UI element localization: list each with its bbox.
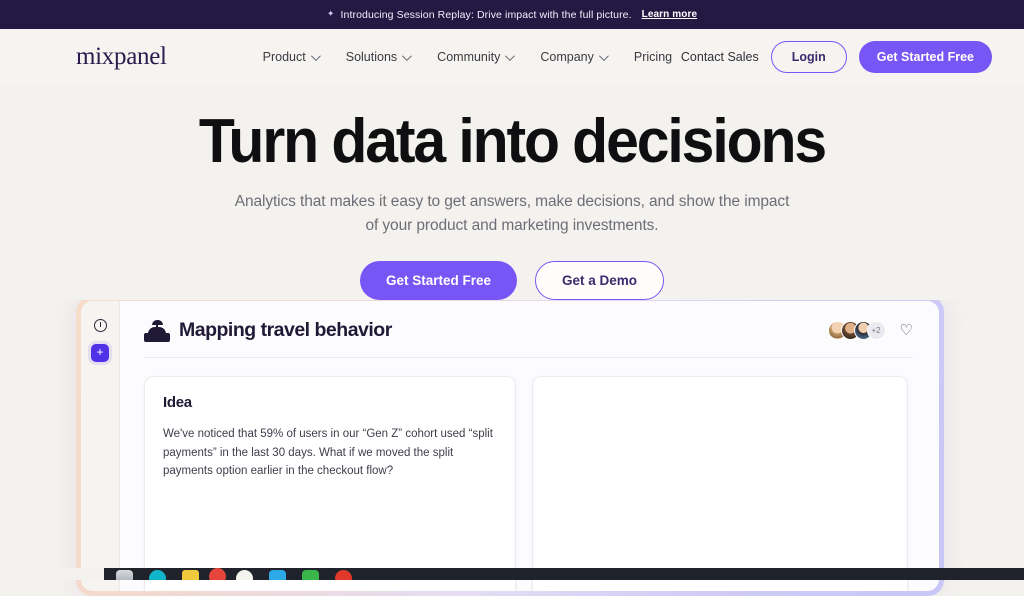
app-window: + Mapping travel behavior +2 ♡ <box>81 301 939 591</box>
contact-sales-link[interactable]: Contact Sales <box>681 50 759 64</box>
nav-label-company: Company <box>540 50 594 64</box>
heart-icon[interactable]: ♡ <box>900 323 913 338</box>
board-card-empty[interactable] <box>532 376 908 591</box>
nav-item-company[interactable]: Company <box>540 50 606 64</box>
nav-label-solutions: Solutions <box>346 50 397 64</box>
page-title: Turn data into decisions <box>26 109 999 174</box>
chevron-down-icon <box>402 51 412 61</box>
card-body: We've noticed that 59% of users in our “… <box>163 425 497 481</box>
nav-label-pricing: Pricing <box>634 50 672 64</box>
header-actions: Contact Sales Login Get Started Free <box>681 41 992 73</box>
hero-subheadline: Analytics that makes it easy to get answ… <box>0 190 1024 237</box>
board-canvas: Mapping travel behavior +2 ♡ Idea We've … <box>120 301 939 591</box>
login-button[interactable]: Login <box>771 41 847 73</box>
taskbar-icon-browser[interactable] <box>149 570 166 580</box>
nav-label-product: Product <box>263 50 306 64</box>
board-card-idea[interactable]: Idea We've noticed that 59% of users in … <box>144 376 516 591</box>
board-title[interactable]: Mapping travel behavior <box>179 319 392 342</box>
board-header-actions: +2 ♡ <box>828 321 913 340</box>
board-header: Mapping travel behavior +2 ♡ <box>144 319 913 358</box>
main-nav: Product Solutions Community Company Pric… <box>263 50 672 64</box>
nav-item-pricing[interactable]: Pricing <box>634 50 672 64</box>
mixpanel-logo[interactable]: mixpanel <box>76 43 167 71</box>
board-cards: Idea We've noticed that 59% of users in … <box>144 358 913 591</box>
nav-item-product[interactable]: Product <box>263 50 318 64</box>
card-title: Idea <box>163 394 497 411</box>
taskbar-gap <box>0 568 104 580</box>
chevron-down-icon <box>505 51 515 61</box>
get-started-free-button-hero[interactable]: Get Started Free <box>360 261 517 300</box>
taskbar-icon-app-8[interactable] <box>335 570 352 580</box>
nav-item-community[interactable]: Community <box>437 50 512 64</box>
announcement-banner[interactable]: ✦ Introducing Session Replay: Drive impa… <box>0 0 1024 29</box>
taskbar-icon-active-app[interactable] <box>209 568 226 580</box>
avatar-overflow-badge[interactable]: +2 <box>867 321 886 340</box>
hero-subheadline-line1: Analytics that makes it easy to get answ… <box>0 190 1024 214</box>
collaborator-avatars[interactable]: +2 <box>828 321 886 340</box>
clock-icon[interactable] <box>94 319 107 332</box>
os-taskbar <box>104 568 1024 580</box>
hero-subheadline-line2: of your product and marketing investment… <box>0 214 1024 238</box>
taskbar-icon-app-7[interactable] <box>302 570 319 580</box>
hero-cta-group: Get Started Free Get a Demo <box>0 261 1024 300</box>
sparkle-icon: ✦ <box>327 9 335 20</box>
taskbar-icon-app-5[interactable] <box>236 570 253 580</box>
announcement-text: Introducing Session Replay: Drive impact… <box>341 9 632 21</box>
chevron-down-icon <box>311 51 321 61</box>
island-icon <box>144 320 170 342</box>
product-screenshot: + Mapping travel behavior +2 ♡ <box>76 296 944 596</box>
nav-label-community: Community <box>437 50 500 64</box>
chevron-down-icon <box>599 51 609 61</box>
new-board-button[interactable]: + <box>91 344 109 362</box>
site-header: mixpanel Product Solutions Community Com… <box>0 29 1024 85</box>
app-left-rail: + <box>81 301 120 591</box>
get-a-demo-button[interactable]: Get a Demo <box>535 261 664 300</box>
nav-item-solutions[interactable]: Solutions <box>346 50 409 64</box>
get-started-free-button-header[interactable]: Get Started Free <box>859 41 992 73</box>
taskbar-icon-files[interactable] <box>116 570 133 580</box>
learn-more-link[interactable]: Learn more <box>642 9 697 20</box>
taskbar-icon-app-6[interactable] <box>269 570 286 580</box>
hero-section: Turn data into decisions Analytics that … <box>0 85 1024 300</box>
taskbar-icon-folder[interactable] <box>182 570 199 580</box>
